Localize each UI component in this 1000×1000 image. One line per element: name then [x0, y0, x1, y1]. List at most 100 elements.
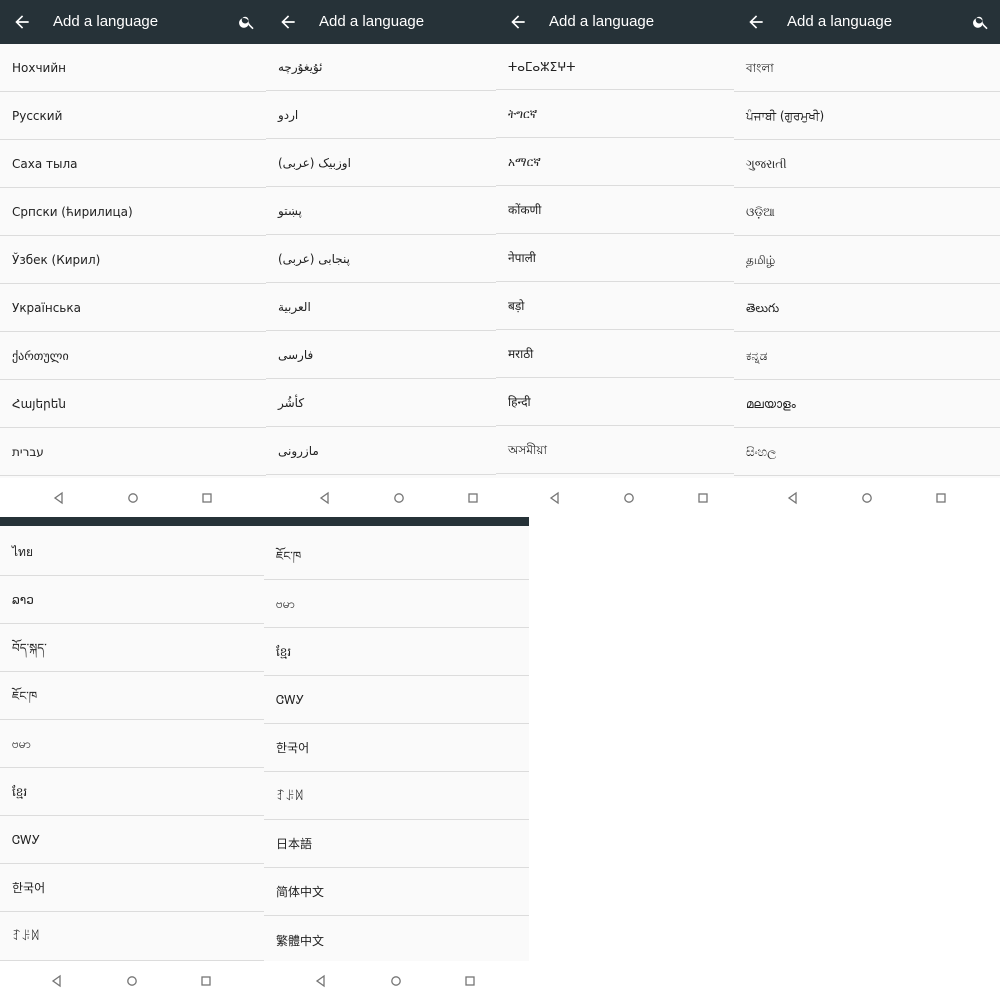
language-label: कोंकणी	[508, 202, 542, 217]
language-item[interactable]: 繁體中文	[264, 916, 529, 966]
nav-recents-icon[interactable]	[933, 490, 949, 506]
nav-home-icon[interactable]	[388, 973, 404, 989]
language-label: हिन्दी	[508, 394, 531, 409]
language-item[interactable]: ਪੰਜਾਬੀ (ਗੁਰਮੁਖੀ)	[734, 92, 1000, 140]
language-item[interactable]: తెలుగు	[734, 284, 1000, 332]
language-item[interactable]: ꆈꌠꉙ	[0, 912, 264, 961]
language-item[interactable]: Српски (ћирилица)	[0, 188, 266, 236]
nav-recents-icon[interactable]	[198, 973, 214, 989]
language-item[interactable]: नेपाली	[496, 234, 734, 282]
language-item[interactable]: 한국어	[0, 864, 264, 912]
language-item[interactable]: ລາວ	[0, 576, 264, 624]
nav-recents-icon[interactable]	[462, 973, 478, 989]
language-item[interactable]: ไทย	[0, 528, 264, 576]
language-item[interactable]: 简体中文	[264, 868, 529, 916]
language-item[interactable]: ꆈꌠꉙ	[264, 772, 529, 820]
nav-home-icon[interactable]	[621, 490, 637, 506]
nav-home-icon[interactable]	[391, 490, 407, 506]
language-screen-2: Add a language ئۇيغۇرچە اردو اوزبیک (عرب…	[266, 0, 496, 516]
language-item[interactable]: ဗမာ	[264, 580, 529, 628]
language-label: ไทย	[12, 544, 33, 559]
language-item[interactable]: فارسی	[266, 331, 496, 379]
language-item[interactable]: اردو	[266, 91, 496, 139]
arrow-back-icon[interactable]	[508, 12, 528, 32]
nav-recents-icon[interactable]	[465, 490, 481, 506]
language-item[interactable]: कोंकणी	[496, 186, 734, 234]
language-item[interactable]: ગુજરાતી	[734, 140, 1000, 188]
language-item[interactable]: ཇོང་ཁ	[0, 672, 264, 720]
language-label: ଓଡ଼ିଆ	[746, 204, 775, 219]
search-icon[interactable]	[972, 13, 990, 31]
language-item[interactable]: ქართული	[0, 332, 266, 380]
language-item[interactable]: བོད་སྐད་	[0, 624, 264, 672]
language-item[interactable]: मराठी	[496, 330, 734, 378]
nav-home-icon[interactable]	[859, 490, 875, 506]
language-item[interactable]: മലയാളം	[734, 380, 1000, 428]
language-list: ไทย ລາວ བོད་སྐད་ ཇོང་ཁ ဗမာ ខ្មែរ ᏣᎳᎩ 한국어…	[0, 528, 264, 961]
arrow-back-icon[interactable]	[12, 12, 32, 32]
nav-home-icon[interactable]	[125, 490, 141, 506]
language-item[interactable]: ଓଡ଼ିଆ	[734, 188, 1000, 236]
language-item[interactable]: Саха тыла	[0, 140, 266, 188]
language-label: Українська	[12, 300, 81, 315]
arrow-back-icon[interactable]	[278, 12, 298, 32]
language-item[interactable]: پنجابی (عربی)	[266, 235, 496, 283]
language-label: 한국어	[276, 740, 310, 755]
language-label: کأشُر	[278, 395, 305, 410]
navigation-bar	[734, 478, 1000, 516]
language-item[interactable]: اوزبیک (عربی)	[266, 139, 496, 187]
navigation-bar	[0, 961, 264, 1000]
language-item[interactable]: 한국어	[264, 724, 529, 772]
language-item[interactable]: ខ្មែរ	[264, 628, 529, 676]
language-item[interactable]: پښتو	[266, 187, 496, 235]
nav-recents-icon[interactable]	[199, 490, 215, 506]
language-item[interactable]: ဗမာ	[0, 720, 264, 768]
language-screen-6: ཇོང་ཁ ဗမာ ខ្មែរ ᏣᎳᎩ 한국어 ꆈꌠꉙ 日本語 简体中文 繁體中…	[264, 526, 529, 1000]
nav-back-icon[interactable]	[547, 490, 563, 506]
language-item[interactable]: עברית	[0, 428, 266, 476]
language-item[interactable]: Հայերեն	[0, 380, 266, 428]
language-item[interactable]: ខ្មែរ	[0, 768, 264, 816]
language-item[interactable]: ትግርኛ	[496, 90, 734, 138]
language-item[interactable]: සිංහල	[734, 428, 1000, 476]
language-item[interactable]: বাংলা	[734, 44, 1000, 92]
language-item[interactable]: Ўзбек (Кирил)	[0, 236, 266, 284]
language-label: ខ្មែរ	[276, 644, 292, 659]
language-label: தமிழ்	[746, 252, 776, 267]
nav-back-icon[interactable]	[785, 490, 801, 506]
language-item[interactable]: ᏣᎳᎩ	[264, 676, 529, 724]
nav-back-icon[interactable]	[317, 490, 333, 506]
language-item[interactable]: کأشُر	[266, 379, 496, 427]
navigation-bar	[264, 961, 529, 1000]
app-bar: Add a language	[0, 0, 266, 44]
language-label: తెలుగు	[746, 300, 780, 315]
language-item[interactable]: ئۇيغۇرچە	[266, 44, 496, 91]
language-item[interactable]: Русский	[0, 92, 266, 140]
language-item[interactable]: हिन्दी	[496, 378, 734, 426]
nav-home-icon[interactable]	[124, 973, 140, 989]
language-item[interactable]: ⵜⴰⵎⴰⵣⵉⵖⵜ	[496, 44, 734, 90]
nav-recents-icon[interactable]	[695, 490, 711, 506]
arrow-back-icon[interactable]	[746, 12, 766, 32]
language-item[interactable]: Українська	[0, 284, 266, 332]
language-item[interactable]: ཇོང་ཁ	[264, 532, 529, 580]
language-item[interactable]: অসমীয়া	[496, 426, 734, 474]
language-item[interactable]: ಕನ್ನಡ	[734, 332, 1000, 380]
language-item[interactable]: مازرونی	[266, 427, 496, 475]
language-label: ꆈꌠꉙ	[276, 788, 305, 803]
language-item[interactable]: Нохчийн	[0, 44, 266, 92]
nav-back-icon[interactable]	[49, 973, 65, 989]
language-item[interactable]: 日本語	[264, 820, 529, 868]
language-item[interactable]: बड़ो	[496, 282, 734, 330]
language-label: ગુજરાતી	[746, 156, 787, 171]
language-item[interactable]: አማርኛ	[496, 138, 734, 186]
language-label: پنجابی (عربی)	[278, 251, 351, 266]
language-label: ᏣᎳᎩ	[12, 832, 41, 847]
language-label: Српски (ћирилица)	[12, 204, 133, 219]
nav-back-icon[interactable]	[313, 973, 329, 989]
nav-back-icon[interactable]	[51, 490, 67, 506]
search-icon[interactable]	[238, 13, 256, 31]
language-item[interactable]: ᏣᎳᎩ	[0, 816, 264, 864]
language-item[interactable]: العربية	[266, 283, 496, 331]
language-item[interactable]: தமிழ்	[734, 236, 1000, 284]
